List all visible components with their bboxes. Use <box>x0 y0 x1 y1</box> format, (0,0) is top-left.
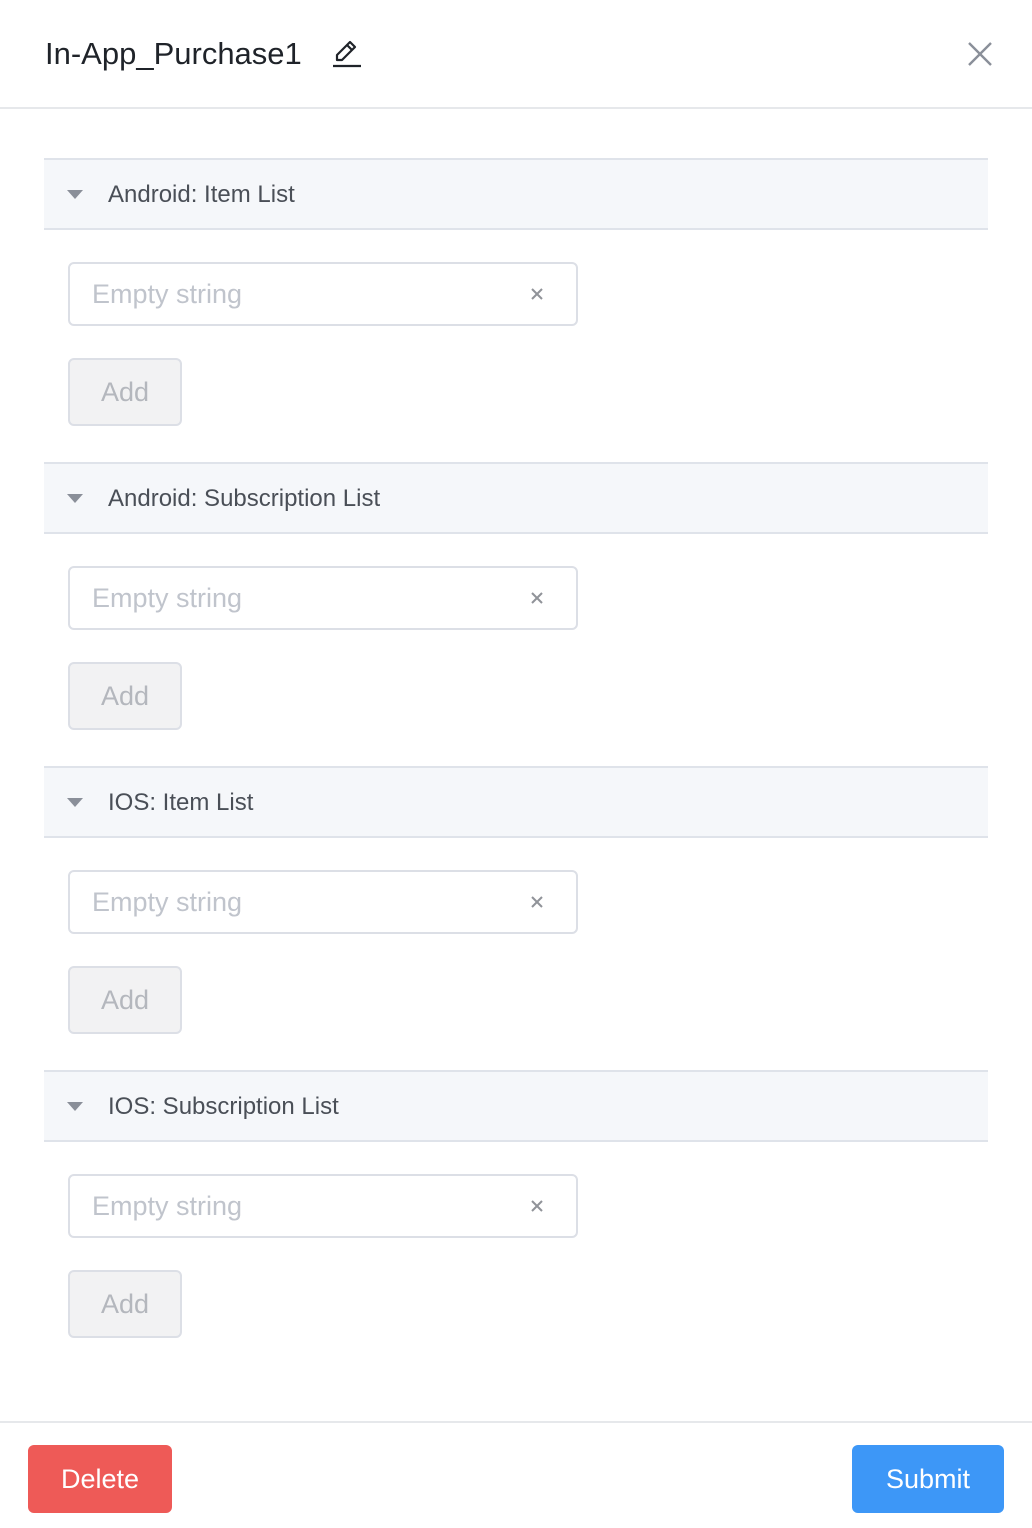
clear-icon[interactable] <box>529 590 545 606</box>
submit-button[interactable]: Submit <box>852 1445 1004 1513</box>
dialog-footer: Delete Submit <box>0 1421 1032 1528</box>
section-title: IOS: Subscription List <box>108 1093 339 1120</box>
caret-down-icon <box>67 190 83 199</box>
clear-icon[interactable] <box>529 894 545 910</box>
string-input[interactable] <box>92 884 512 920</box>
pencil-icon[interactable] <box>330 36 362 68</box>
string-input-wrapper <box>68 1174 578 1238</box>
delete-button[interactable]: Delete <box>28 1445 172 1513</box>
string-input-wrapper <box>68 566 578 630</box>
caret-down-icon <box>67 798 83 807</box>
section-header[interactable]: IOS: Item List <box>44 766 988 838</box>
string-input-wrapper <box>68 262 578 326</box>
caret-down-icon <box>67 1102 83 1111</box>
add-button[interactable]: Add <box>68 966 182 1034</box>
caret-down-icon <box>67 494 83 503</box>
add-button[interactable]: Add <box>68 358 182 426</box>
section-title: Android: Item List <box>108 181 295 208</box>
dialog-header: In-App_Purchase1 <box>0 0 1032 109</box>
string-input[interactable] <box>92 580 512 616</box>
section-header[interactable]: IOS: Subscription List <box>44 1070 988 1142</box>
string-input[interactable] <box>92 276 512 312</box>
section-title: IOS: Item List <box>108 789 254 816</box>
clear-icon[interactable] <box>529 286 545 302</box>
dialog-title: In-App_Purchase1 <box>45 36 302 71</box>
add-button[interactable]: Add <box>68 1270 182 1338</box>
add-button[interactable]: Add <box>68 662 182 730</box>
purchase-dialog: In-App_Purchase1 Android: Item List Empt… <box>0 0 1032 1528</box>
string-input[interactable] <box>92 1188 512 1224</box>
clear-icon[interactable] <box>529 1198 545 1214</box>
section-header[interactable]: Android: Item List <box>44 158 988 230</box>
string-input-wrapper <box>68 870 578 934</box>
section-title: Android: Subscription List <box>108 485 381 512</box>
close-icon[interactable] <box>964 38 996 70</box>
section-header[interactable]: Android: Subscription List <box>44 462 988 534</box>
